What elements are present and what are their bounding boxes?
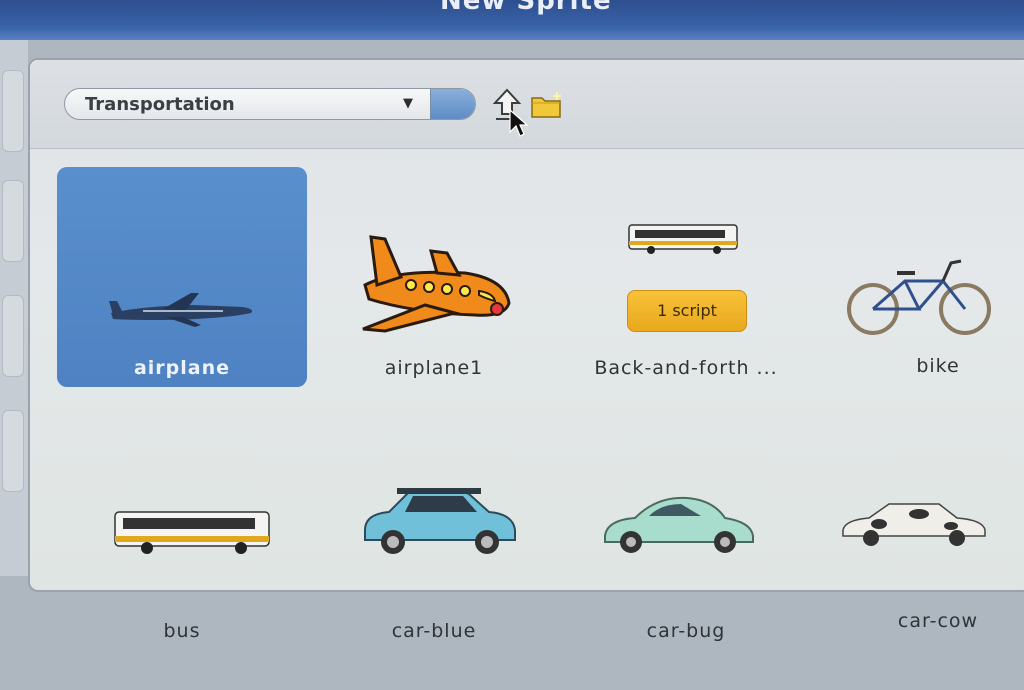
bus-thumbnail — [114, 511, 270, 554]
title-bar: New Sprite — [0, 0, 1024, 40]
rail-tab[interactable] — [2, 295, 24, 377]
left-rail — [0, 40, 28, 576]
sprite-tile-airplane1[interactable]: airplane1 — [309, 167, 559, 387]
rail-tab[interactable] — [2, 410, 24, 492]
category-dropdown[interactable]: Transportation ▼ — [64, 88, 476, 120]
sprite-tile-back-and-forth[interactable]: 1 script Back-and-forth ... — [561, 167, 811, 387]
sprite-library-window: Transportation ▼ airplane airplane1 1 sc… — [28, 58, 1024, 642]
category-dropdown-value: Transportation — [85, 94, 235, 115]
sprite-tile-bus[interactable]: bus — [57, 470, 307, 690]
sprite-label: car-cow — [897, 610, 979, 632]
sprite-label: bike — [916, 355, 960, 377]
sprite-label: airplane — [133, 357, 231, 379]
mouse-cursor-icon — [509, 108, 528, 137]
cartoon-airplane-thumbnail — [362, 235, 511, 333]
chevron-down-icon: ▼ — [403, 96, 413, 111]
sprite-tile-airplane[interactable]: airplane — [57, 167, 307, 387]
car-blue-thumbnail — [364, 488, 516, 554]
sprite-tile-car-cow[interactable]: car-cow — [813, 470, 1024, 690]
bike-thumbnail — [847, 259, 991, 335]
rail-tab[interactable] — [2, 70, 24, 152]
sprite-tile-car-blue[interactable]: car-blue — [309, 470, 559, 690]
window-title: New Sprite — [440, 0, 612, 16]
sprite-tile-car-bug[interactable]: car-bug — [561, 470, 811, 690]
sprite-label: car-blue — [391, 620, 477, 642]
car-bug-thumbnail — [604, 496, 754, 553]
bus-thumbnail — [628, 224, 738, 254]
sprite-label: car-bug — [646, 620, 726, 642]
car-cow-thumbnail — [842, 503, 986, 546]
sprite-tile-bike[interactable]: bike — [813, 167, 1024, 387]
sprite-label: Back-and-forth ... — [594, 357, 778, 379]
toolbar: Transportation ▼ — [30, 60, 1024, 149]
sprite-label: airplane1 — [384, 357, 484, 379]
sprite-label: bus — [163, 620, 201, 642]
new-folder-icon[interactable] — [530, 90, 564, 120]
script-count-badge: 1 script — [627, 290, 747, 332]
airplane-photo-thumbnail — [109, 293, 252, 327]
dropdown-button[interactable] — [430, 89, 475, 119]
rail-tab[interactable] — [2, 180, 24, 262]
